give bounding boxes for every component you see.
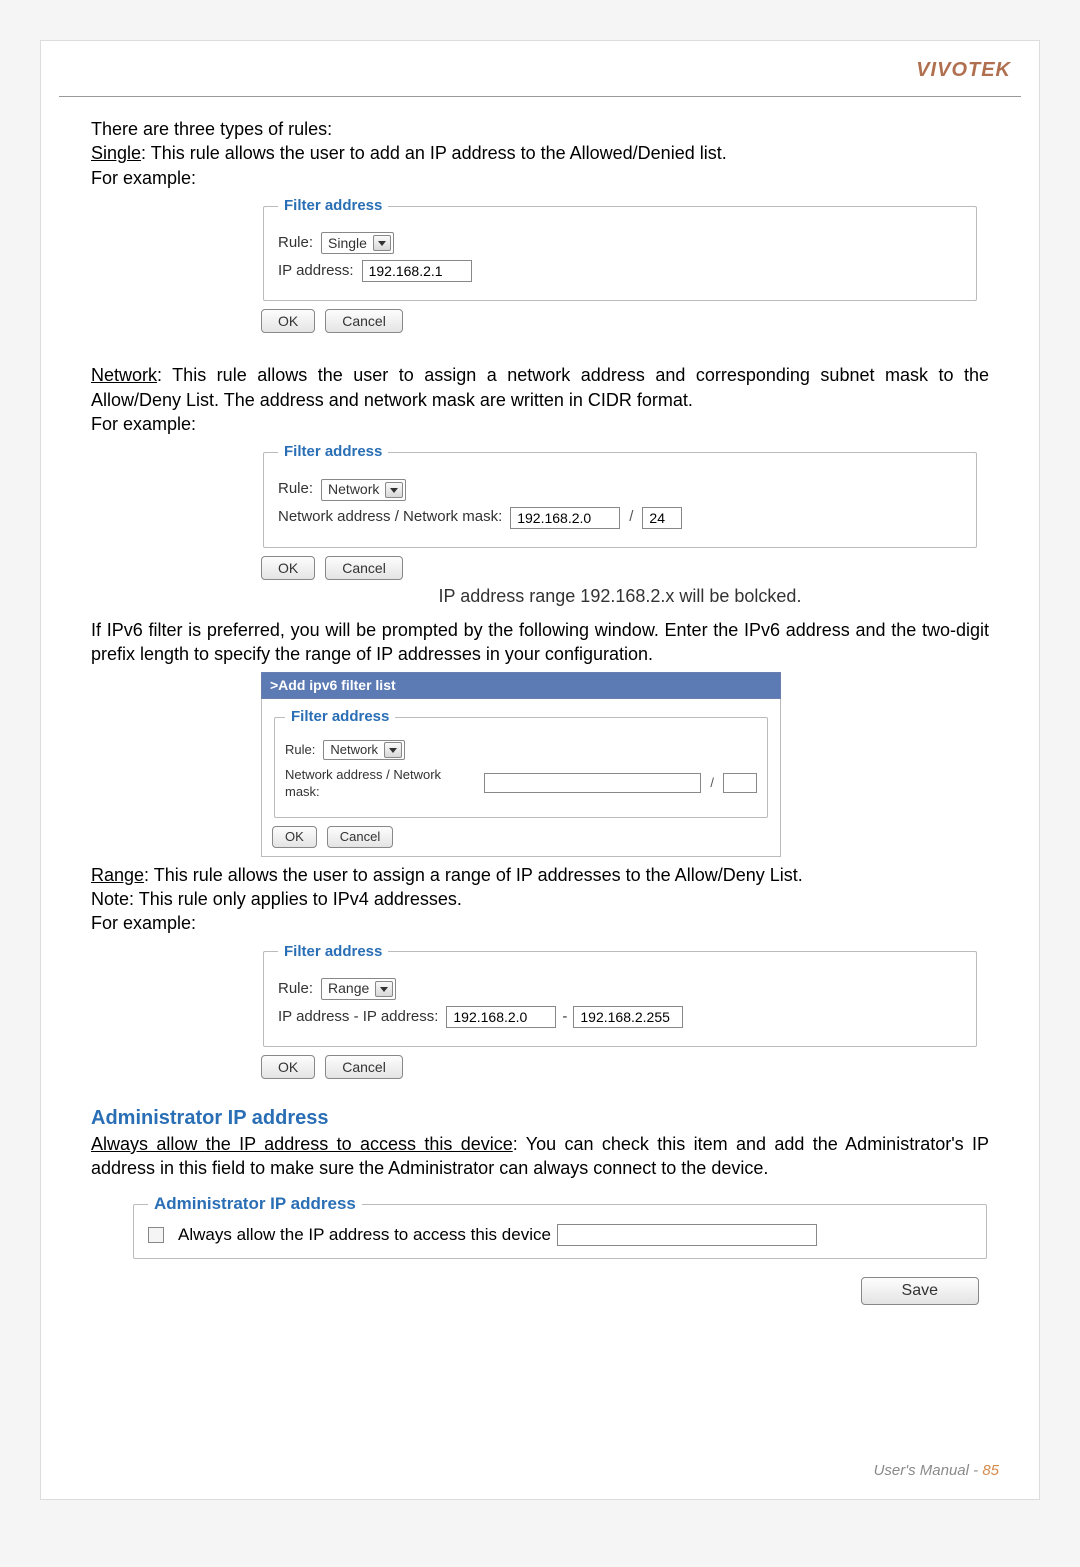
single-ip-label: IP address: (278, 261, 354, 281)
admin-heading: Administrator IP address (91, 1105, 989, 1132)
ipv6-prefix-input[interactable] (723, 773, 757, 793)
range-rest: : This rule allows the user to assign a … (144, 865, 803, 885)
dash: - (562, 1007, 567, 1027)
admin-always-label: Always allow the IP address to access th… (91, 1134, 513, 1154)
admin-panel: Administrator IP address Always allow th… (131, 1194, 989, 1259)
range-to-input[interactable] (573, 1006, 683, 1028)
chevron-down-icon (375, 981, 393, 997)
range-label: Range (91, 865, 144, 885)
save-button[interactable]: Save (861, 1277, 979, 1305)
footer-label: User's Manual - (874, 1462, 983, 1479)
slash: / (710, 774, 714, 792)
single-rule-value: Single (328, 234, 367, 253)
network-rule-label: Rule: (278, 479, 313, 499)
ipv6-header: >Add ipv6 filter list (261, 672, 781, 699)
network-rule-select[interactable]: Network (321, 479, 406, 501)
network-ok-button[interactable]: OK (261, 556, 315, 580)
content: There are three types of rules: Single: … (41, 117, 1039, 1180)
ipv6-addr-input[interactable] (484, 773, 701, 793)
admin-allow-checkbox[interactable] (148, 1227, 164, 1243)
page: VIVOTEK There are three types of rules: … (40, 40, 1040, 1500)
network-para: Network: This rule allows the user to as… (91, 363, 989, 412)
network-legend: Filter address (278, 442, 388, 462)
range-legend: Filter address (278, 942, 388, 962)
network-fieldset: Filter address Rule: Network Network add… (263, 442, 977, 547)
save-row: Save (41, 1277, 979, 1305)
admin-cb-label: Always allow the IP address to access th… (178, 1225, 551, 1245)
network-addr-input[interactable] (510, 507, 620, 529)
range-ok-button[interactable]: OK (261, 1055, 315, 1079)
for-example-3: For example: (91, 911, 989, 935)
single-ok-button[interactable]: OK (261, 309, 315, 333)
range-cancel-button[interactable]: Cancel (325, 1055, 403, 1079)
ipv6-panel: >Add ipv6 filter list Filter address Rul… (261, 672, 781, 856)
single-rule-label: Rule: (278, 233, 313, 253)
network-mask-input[interactable] (642, 507, 682, 529)
network-rule-value: Network (328, 480, 379, 499)
single-fieldset: Filter address Rule: Single IP address: (263, 196, 977, 301)
intro-single: Single: This rule allows the user to add… (91, 141, 989, 165)
range-rule-value: Range (328, 979, 369, 998)
ipv6-cancel-button[interactable]: Cancel (327, 826, 393, 848)
ipv6-fieldset: Filter address Rule: Network Network add… (274, 707, 768, 817)
range-fieldset: Filter address Rule: Range IP address - … (263, 942, 977, 1047)
page-number: 85 (982, 1462, 999, 1479)
divider (59, 96, 1021, 97)
range-addr-label: IP address - IP address: (278, 1007, 438, 1027)
range-panel: Filter address Rule: Range IP address - … (261, 942, 979, 1079)
range-note: Note: This rule only applies to IPv4 add… (91, 887, 989, 911)
ipv6-rule-label: Rule: (285, 741, 315, 759)
single-rest: : This rule allows the user to add an IP… (141, 143, 727, 163)
single-cancel-button[interactable]: Cancel (325, 309, 403, 333)
intro-line: There are three types of rules: (91, 117, 989, 141)
ipv6-rule-value: Network (330, 741, 378, 759)
admin-para: Always allow the IP address to access th… (91, 1132, 989, 1181)
footer: User's Manual - 85 (874, 1462, 999, 1479)
range-from-input[interactable] (446, 1006, 556, 1028)
brand-logo: VIVOTEK (916, 59, 1011, 81)
network-addr-label: Network address / Network mask: (278, 507, 502, 527)
slash: / (629, 507, 633, 527)
network-panel: Filter address Rule: Network Network add… (261, 442, 979, 608)
range-para: Range: This rule allows the user to assi… (91, 863, 989, 887)
network-cancel-button[interactable]: Cancel (325, 556, 403, 580)
single-rule-select[interactable]: Single (321, 232, 394, 254)
brand-bar: VIVOTEK (41, 41, 1039, 82)
single-ip-input[interactable] (362, 260, 472, 282)
chevron-down-icon (384, 742, 402, 758)
admin-ip-input[interactable] (557, 1224, 817, 1246)
for-example-2: For example: (91, 412, 989, 436)
chevron-down-icon (373, 235, 391, 251)
ipv6-legend: Filter address (285, 707, 395, 727)
network-label: Network (91, 365, 157, 385)
network-note: IP address range 192.168.2.x will be bol… (261, 584, 979, 608)
admin-legend: Administrator IP address (148, 1194, 362, 1214)
ipv6-ok-button[interactable]: OK (272, 826, 317, 848)
chevron-down-icon (385, 482, 403, 498)
single-label: Single (91, 143, 141, 163)
admin-fieldset: Administrator IP address Always allow th… (133, 1194, 987, 1259)
range-rule-select[interactable]: Range (321, 978, 396, 1000)
ipv6-para: If IPv6 filter is preferred, you will be… (91, 618, 989, 667)
network-rest: : This rule allows the user to assign a … (91, 365, 989, 409)
single-panel: Filter address Rule: Single IP address: … (261, 196, 979, 333)
range-rule-label: Rule: (278, 979, 313, 999)
for-example-1: For example: (91, 166, 989, 190)
single-legend: Filter address (278, 196, 388, 216)
ipv6-rule-select[interactable]: Network (323, 740, 405, 760)
ipv6-addr-label: Network address / Network mask: (285, 766, 476, 801)
